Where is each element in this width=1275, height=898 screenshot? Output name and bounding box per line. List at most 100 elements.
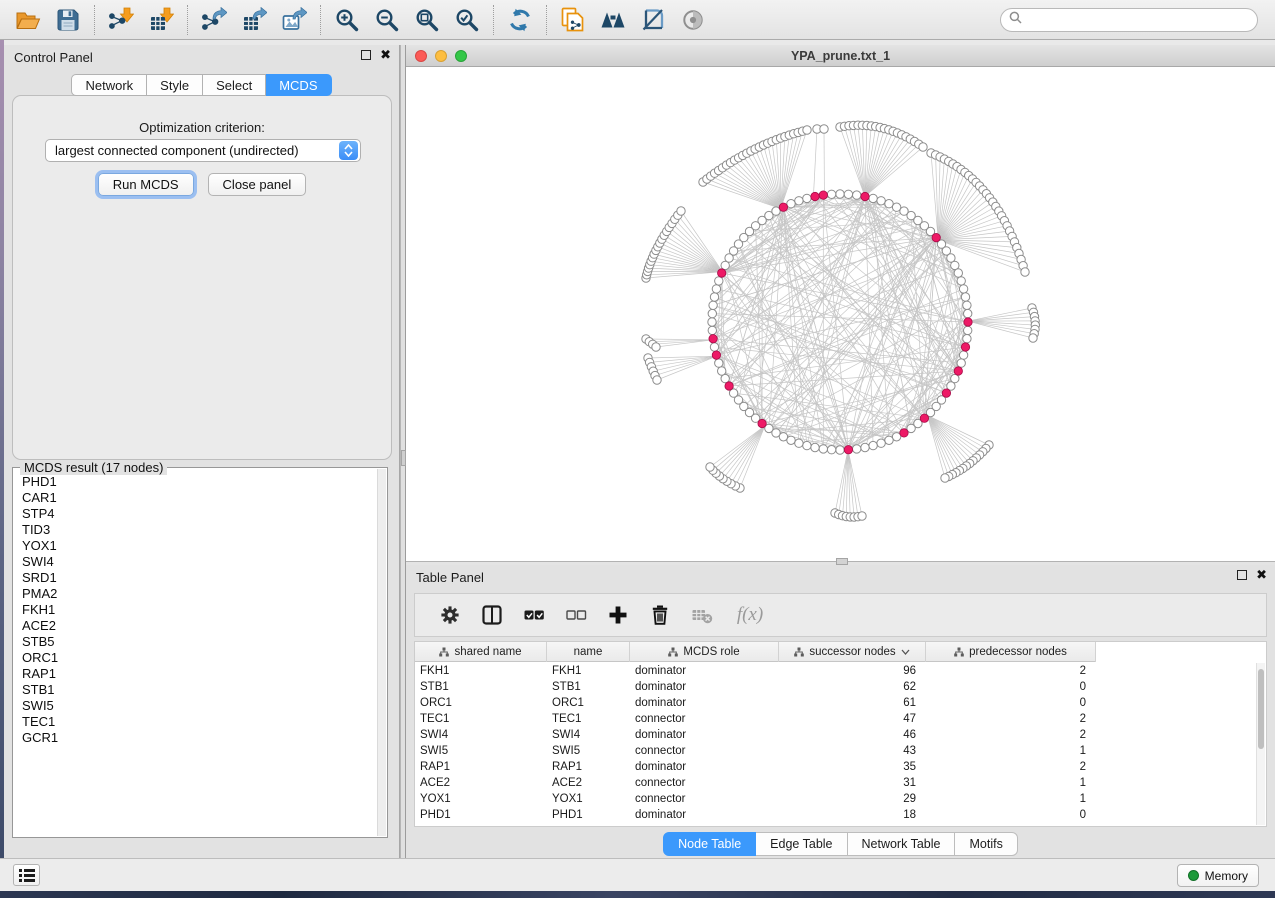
network-node-mcds[interactable]: [961, 343, 969, 351]
close-panel-button[interactable]: Close panel: [208, 173, 307, 196]
mcds-result-item[interactable]: PMA2: [14, 586, 377, 602]
mcds-result-item[interactable]: STP4: [14, 506, 377, 522]
search-input[interactable]: [1027, 10, 1257, 30]
network-node-mcds[interactable]: [725, 382, 733, 390]
network-node[interactable]: [877, 439, 885, 447]
mcds-result-item[interactable]: CAR1: [14, 490, 377, 506]
table-row[interactable]: FKH1FKH1dominator962: [415, 663, 1256, 679]
mcds-result-item[interactable]: GCR1: [14, 730, 377, 746]
mcds-result-item[interactable]: SRD1: [14, 570, 377, 586]
mcds-result-item[interactable]: TID3: [14, 522, 377, 538]
network-node[interactable]: [712, 285, 720, 293]
close-panel-icon[interactable]: ✖: [380, 50, 391, 60]
network-node-mcds[interactable]: [920, 414, 928, 422]
mcds-result-item[interactable]: RAP1: [14, 666, 377, 682]
scrollbar-thumb[interactable]: [1258, 669, 1264, 749]
table-row[interactable]: RAP1RAP1dominator352: [415, 759, 1256, 775]
table-row[interactable]: PHD1PHD1dominator180: [415, 807, 1256, 823]
export-table-button[interactable]: [234, 3, 274, 37]
network-node-mcds[interactable]: [932, 233, 940, 241]
network-node[interactable]: [959, 285, 967, 293]
network-node[interactable]: [710, 343, 718, 351]
zoom-in-button[interactable]: [327, 3, 367, 37]
mcds-result-item[interactable]: SWI5: [14, 698, 377, 714]
mcds-result-item[interactable]: PHD1: [14, 474, 377, 490]
zoom-fit-button[interactable]: [407, 3, 447, 37]
memory-button[interactable]: Memory: [1177, 864, 1259, 887]
select-all-button[interactable]: [519, 600, 549, 630]
task-history-button[interactable]: [13, 864, 40, 886]
column-header-predecessor-nodes[interactable]: predecessor nodes: [926, 642, 1096, 662]
network-node[interactable]: [961, 293, 969, 301]
mcds-result-item[interactable]: STB5: [14, 634, 377, 650]
find-button[interactable]: [593, 3, 633, 37]
network-node[interactable]: [803, 441, 811, 449]
network-node-mcds[interactable]: [900, 429, 908, 437]
network-node[interactable]: [877, 197, 885, 205]
column-header-name[interactable]: name: [547, 642, 630, 662]
network-node-mcds[interactable]: [861, 192, 869, 200]
mcds-result-item[interactable]: STB1: [14, 682, 377, 698]
table-row[interactable]: YOX1YOX1connector291: [415, 791, 1256, 807]
tab-network-table[interactable]: Network Table: [848, 832, 956, 856]
criterion-dropdown[interactable]: largest connected component (undirected): [45, 139, 361, 162]
column-header-MCDS-role[interactable]: MCDS role: [630, 642, 779, 662]
network-node[interactable]: [811, 443, 819, 451]
network-node[interactable]: [836, 190, 844, 198]
network-node[interactable]: [803, 194, 811, 202]
mcds-result-item[interactable]: ACE2: [14, 618, 377, 634]
tab-motifs[interactable]: Motifs: [955, 832, 1017, 856]
network-node-mcds[interactable]: [942, 389, 950, 397]
network-node[interactable]: [710, 293, 718, 301]
close-panel-icon[interactable]: ✖: [1256, 570, 1267, 580]
network-node-mcds[interactable]: [709, 335, 717, 343]
export-network-button[interactable]: [194, 3, 234, 37]
network-node[interactable]: [795, 439, 803, 447]
tab-edge-table[interactable]: Edge Table: [756, 832, 847, 856]
network-node-mcds[interactable]: [758, 419, 766, 427]
network-node[interactable]: [708, 326, 716, 334]
network-node[interactable]: [827, 446, 835, 454]
network-node[interactable]: [787, 200, 795, 208]
network-node[interactable]: [827, 190, 835, 198]
network-node[interactable]: [957, 277, 965, 285]
table-row[interactable]: SWI4SWI4dominator462: [415, 727, 1256, 743]
table-row[interactable]: STB1STB1dominator620: [415, 679, 1256, 695]
float-panel-icon[interactable]: [361, 50, 371, 60]
network-node[interactable]: [677, 207, 685, 215]
network-node[interactable]: [820, 125, 828, 133]
gear-button[interactable]: [435, 600, 465, 630]
network-node[interactable]: [1021, 268, 1029, 276]
network-node[interactable]: [959, 351, 967, 359]
column-header-shared-name[interactable]: shared name: [415, 642, 547, 662]
network-node[interactable]: [653, 376, 661, 384]
network-node-mcds[interactable]: [718, 269, 726, 277]
tab-node-table[interactable]: Node Table: [663, 832, 756, 856]
table-row[interactable]: TEC1TEC1connector472: [415, 711, 1256, 727]
hide-graphics-button[interactable]: [633, 3, 673, 37]
save-session-button[interactable]: [48, 3, 88, 37]
network-node[interactable]: [715, 359, 723, 367]
import-table-button[interactable]: [141, 3, 181, 37]
network-node[interactable]: [819, 445, 827, 453]
mcds-result-item[interactable]: ORC1: [14, 650, 377, 666]
mcds-result-item[interactable]: YOX1: [14, 538, 377, 554]
network-node-mcds[interactable]: [779, 203, 787, 211]
add-column-button[interactable]: [603, 600, 633, 630]
network-node[interactable]: [869, 194, 877, 202]
network-node[interactable]: [795, 197, 803, 205]
search-box[interactable]: [1000, 8, 1258, 32]
show-graphics-button[interactable]: [673, 3, 713, 37]
tab-network[interactable]: Network: [71, 74, 147, 96]
network-node[interactable]: [709, 301, 717, 309]
delete-column-button[interactable]: [645, 600, 675, 630]
network-node[interactable]: [853, 445, 861, 453]
network-node[interactable]: [964, 309, 972, 317]
table-row[interactable]: ACE2ACE2connector311: [415, 775, 1256, 791]
network-node[interactable]: [844, 190, 852, 198]
clone-network-button[interactable]: [553, 3, 593, 37]
network-node[interactable]: [836, 446, 844, 454]
network-node[interactable]: [803, 126, 811, 134]
network-node[interactable]: [885, 436, 893, 444]
network-node-mcds[interactable]: [819, 191, 827, 199]
